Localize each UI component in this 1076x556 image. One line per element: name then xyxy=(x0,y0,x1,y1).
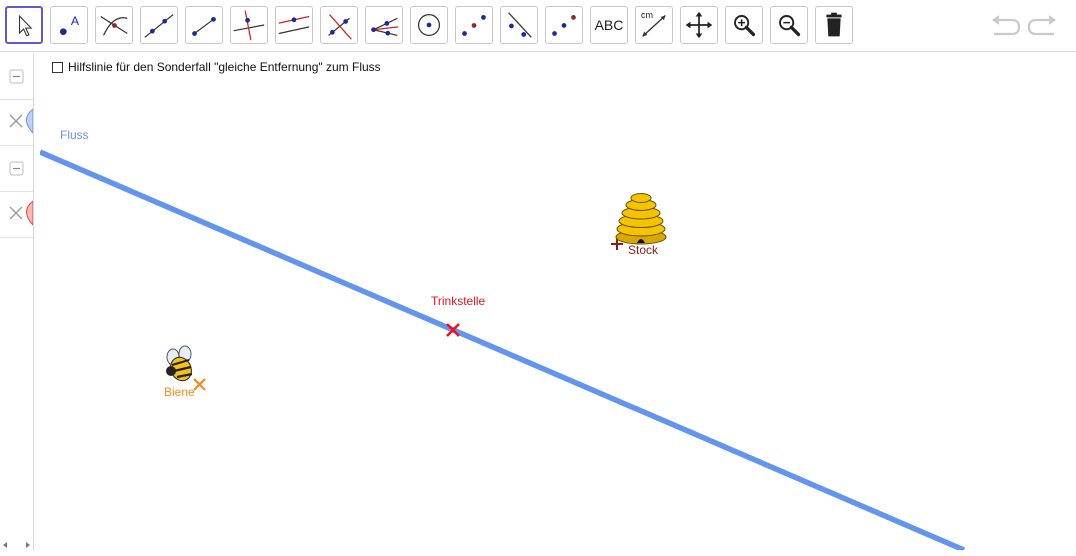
river-label: Fluss xyxy=(60,128,89,142)
reflect-about-line-tool-button[interactable] xyxy=(500,6,538,44)
zoom-in-icon xyxy=(734,15,756,37)
collapse-minus-icon xyxy=(9,69,24,84)
line-icon xyxy=(144,14,174,38)
text-tool-label: ABC xyxy=(594,17,624,33)
algebra-row-red-object[interactable] xyxy=(0,191,34,238)
blue-object-marker-icon xyxy=(9,107,34,135)
algebra-row-blue-object[interactable] xyxy=(0,99,34,146)
segment-tool-button[interactable] xyxy=(185,6,223,44)
distance-tool-label: cm xyxy=(641,10,653,20)
midpoint-icon xyxy=(462,15,486,36)
perpendicular-bisector-icon xyxy=(328,14,352,40)
perpendicular-line-tool-button[interactable] xyxy=(230,6,268,44)
beehive-icon xyxy=(615,193,667,245)
midpoint-tool-button[interactable] xyxy=(455,6,493,44)
point-icon: A xyxy=(60,14,80,35)
collapse-minus-icon xyxy=(9,161,24,176)
reflect-about-line-icon xyxy=(508,12,532,38)
redo-button[interactable] xyxy=(1026,12,1060,40)
point-tool-button[interactable]: A xyxy=(50,6,88,44)
cursor-arrow-icon xyxy=(18,14,33,37)
circle-icon xyxy=(417,13,441,37)
undo-icon xyxy=(992,15,1021,36)
helper-line-checkbox[interactable] xyxy=(52,61,63,73)
hive-label: Stock xyxy=(628,243,659,257)
algebra-panel xyxy=(0,53,34,550)
helper-line-checkbox-label: Hilfslinie für den Sonderfall "gleiche E… xyxy=(68,60,381,74)
circle-tool-button[interactable] xyxy=(410,6,448,44)
bee-label: Biene xyxy=(164,385,195,399)
scroll-arrows-icon xyxy=(3,542,30,548)
helper-line-checkbox-row[interactable]: Hilfslinie für den Sonderfall "gleiche E… xyxy=(52,60,381,74)
move-graphics-view-tool-button[interactable] xyxy=(680,6,718,44)
reflect-about-point-tool-button[interactable] xyxy=(545,6,583,44)
delete-tool-button[interactable] xyxy=(815,6,853,44)
bee-point-marker[interactable] xyxy=(193,378,206,391)
redo-icon xyxy=(1027,15,1056,36)
move-tool-button[interactable] xyxy=(5,6,43,44)
line-tool-button[interactable] xyxy=(140,6,178,44)
river-line[interactable] xyxy=(40,149,966,550)
svg-text:A: A xyxy=(71,14,80,28)
graphics-view[interactable]: Hilfslinie für den Sonderfall "gleiche E… xyxy=(40,53,1076,550)
algebra-horizontal-scrollbar[interactable] xyxy=(0,538,33,550)
trash-icon xyxy=(826,12,842,37)
move-arrows-icon xyxy=(685,11,713,39)
intersect-icon xyxy=(100,15,128,36)
parallel-line-icon xyxy=(278,15,310,35)
undo-button[interactable] xyxy=(988,12,1022,40)
text-tool-button[interactable]: ABC xyxy=(590,6,628,44)
algebra-row-collapse-2[interactable] xyxy=(0,145,33,192)
drinking-point-label: Trinkstelle xyxy=(431,294,486,308)
reflect-about-point-icon xyxy=(552,15,576,36)
perpendicular-line-icon xyxy=(233,10,265,41)
intersect-tool-button[interactable] xyxy=(95,6,133,44)
perpendicular-bisector-tool-button[interactable] xyxy=(320,6,358,44)
zoom-out-tool-button[interactable] xyxy=(770,6,808,44)
zoom-out-icon xyxy=(779,15,801,37)
geometry-canvas xyxy=(40,149,966,550)
segment-icon xyxy=(192,16,216,36)
parallel-line-tool-button[interactable] xyxy=(275,6,313,44)
angle-bisector-icon xyxy=(371,17,399,37)
distance-tool-button[interactable]: cm xyxy=(635,6,673,44)
zoom-in-tool-button[interactable] xyxy=(725,6,763,44)
toolbar: A ABC cm xyxy=(0,0,1076,52)
red-object-marker-icon xyxy=(9,199,34,227)
bee-icon xyxy=(166,345,193,382)
algebra-row-collapse[interactable] xyxy=(0,53,33,100)
angle-bisector-tool-button[interactable] xyxy=(365,6,403,44)
